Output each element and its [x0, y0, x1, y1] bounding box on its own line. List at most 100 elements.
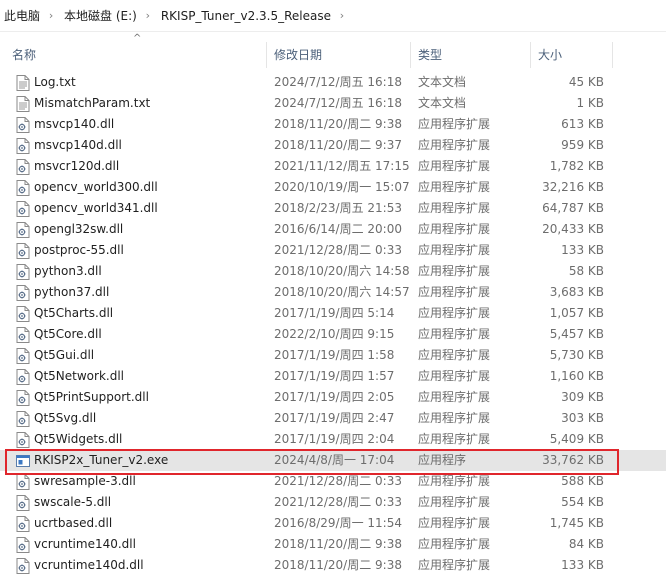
- breadcrumb: 此电脑 › 本地磁盘 (E:) › RKISP_Tuner_v2.3.5_Rel…: [0, 0, 666, 32]
- file-row[interactable]: python3.dll 2018/10/20/周六 14:58 应用程序扩展 58 K…: [0, 261, 666, 282]
- file-name: Qt5Gui.dll: [34, 348, 95, 362]
- file-date: 2018/2/23/周五 21:53: [274, 201, 402, 215]
- column-header-type[interactable]: 类型: [412, 40, 530, 70]
- file-date: 2021/12/28/周二 0:33: [274, 474, 402, 488]
- file-name: python37.dll: [34, 285, 110, 299]
- file-date: 2021/12/28/周二 0:33: [274, 495, 402, 509]
- file-type: 应用程序扩展: [418, 558, 491, 572]
- column-header-name[interactable]: 名称: [6, 40, 266, 70]
- file-date: 2018/11/20/周二 9:38: [274, 537, 402, 551]
- breadcrumb-folder[interactable]: RKISP_Tuner_v2.3.5_Release: [155, 9, 335, 23]
- column-divider[interactable]: [612, 42, 613, 68]
- breadcrumb-drive[interactable]: 本地磁盘 (E:): [58, 7, 141, 24]
- file-size: 58 KB: [568, 264, 604, 278]
- file-row[interactable]: Qt5Network.dll 2017/1/19/周四 1:57 应用程序扩展 1,1…: [0, 366, 666, 387]
- file-row[interactable]: opencv_world341.dll 2018/2/23/周五 21:53 应用程…: [0, 198, 666, 219]
- file-row[interactable]: RKISP2x_Tuner_v2.exe 2024/4/8/周一 17:04 应用程…: [0, 450, 666, 471]
- file-date: 2018/11/20/周二 9:38: [274, 117, 402, 131]
- file-row[interactable]: opengl32sw.dll 2016/6/14/周二 20:00 应用程序扩展 20…: [0, 219, 666, 240]
- file-name: msvcp140d.dll: [34, 138, 122, 152]
- text-file-icon: [16, 96, 30, 112]
- file-name: msvcp140.dll: [34, 117, 115, 131]
- file-size: 309 KB: [561, 390, 604, 404]
- chevron-right-icon[interactable]: ›: [141, 9, 155, 22]
- file-type: 应用程序扩展: [418, 180, 491, 194]
- file-row[interactable]: swresample-3.dll 2021/12/28/周二 0:33 应用程序扩展…: [0, 471, 666, 492]
- file-type: 应用程序扩展: [418, 243, 491, 257]
- chevron-right-icon[interactable]: ›: [335, 9, 349, 22]
- file-date: 2016/8/29/周一 11:54: [274, 516, 402, 530]
- breadcrumb-this-pc[interactable]: 此电脑: [0, 7, 44, 24]
- dll-file-icon: [16, 285, 30, 301]
- file-size: 5,409 KB: [549, 432, 604, 446]
- file-name: vcruntime140d.dll: [34, 558, 144, 572]
- file-row[interactable]: Qt5Widgets.dll 2017/1/19/周四 2:04 应用程序扩展 5,4…: [0, 429, 666, 450]
- file-size: 959 KB: [561, 138, 604, 152]
- file-date: 2017/1/19/周四 2:04: [274, 432, 395, 446]
- text-file-icon: [16, 75, 30, 91]
- dll-file-icon: [16, 369, 30, 385]
- file-row[interactable]: msvcp140d.dll 2018/11/20/周二 9:37 应用程序扩展 959…: [0, 135, 666, 156]
- exe-file-icon: [16, 453, 30, 469]
- file-type: 应用程序扩展: [418, 327, 491, 341]
- file-date: 2017/1/19/周四 2:47: [274, 411, 395, 425]
- file-size: 133 KB: [561, 243, 604, 257]
- file-name: postproc-55.dll: [34, 243, 124, 257]
- file-type: 应用程序扩展: [418, 495, 491, 509]
- file-type: 应用程序扩展: [418, 285, 491, 299]
- file-row[interactable]: Qt5Gui.dll 2017/1/19/周四 1:58 应用程序扩展 5,730 K…: [0, 345, 666, 366]
- file-name: swresample-3.dll: [34, 474, 136, 488]
- file-size: 5,730 KB: [549, 348, 604, 362]
- file-row[interactable]: Qt5Core.dll 2022/2/10/周四 9:15 应用程序扩展 5,457 …: [0, 324, 666, 345]
- column-divider[interactable]: [410, 42, 411, 68]
- column-header-bar: ^ 名称 修改日期 类型 大小: [0, 33, 666, 70]
- file-date: 2018/10/20/周六 14:57: [274, 285, 410, 299]
- dll-file-icon: [16, 327, 30, 343]
- file-name: Qt5Network.dll: [34, 369, 124, 383]
- column-header-date[interactable]: 修改日期: [268, 40, 410, 70]
- file-type: 应用程序扩展: [418, 474, 491, 488]
- column-header-size[interactable]: 大小: [532, 40, 612, 70]
- file-row[interactable]: opencv_world300.dll 2020/10/19/周一 15:07 应用…: [0, 177, 666, 198]
- file-row[interactable]: msvcp140.dll 2018/11/20/周二 9:38 应用程序扩展 613 …: [0, 114, 666, 135]
- file-type: 文本文档: [418, 75, 467, 89]
- file-name: swscale-5.dll: [34, 495, 112, 509]
- file-row[interactable]: msvcr120d.dll 2021/11/12/周五 17:15 应用程序扩展 1,…: [0, 156, 666, 177]
- file-type: 应用程序扩展: [418, 159, 491, 173]
- file-name: Qt5Svg.dll: [34, 411, 97, 425]
- chevron-right-icon[interactable]: ›: [44, 9, 58, 22]
- file-name: Qt5Core.dll: [34, 327, 102, 341]
- file-row[interactable]: Qt5Svg.dll 2017/1/19/周四 2:47 应用程序扩展 303 KB: [0, 408, 666, 429]
- file-type: 应用程序扩展: [418, 306, 491, 320]
- file-type: 应用程序扩展: [418, 516, 491, 530]
- file-row[interactable]: vcruntime140d.dll 2018/11/20/周二 9:38 应用程序扩…: [0, 555, 666, 576]
- dll-file-icon: [16, 348, 30, 364]
- file-row[interactable]: Qt5PrintSupport.dll 2017/1/19/周四 2:05 应用程序…: [0, 387, 666, 408]
- file-type: 应用程序扩展: [418, 411, 491, 425]
- file-row[interactable]: postproc-55.dll 2021/12/28/周二 0:33 应用程序扩展 1…: [0, 240, 666, 261]
- file-date: 2021/12/28/周二 0:33: [274, 243, 402, 257]
- file-type: 应用程序扩展: [418, 537, 491, 551]
- file-size: 1 KB: [576, 96, 604, 110]
- file-date: 2024/7/12/周五 16:18: [274, 96, 402, 110]
- column-divider[interactable]: [266, 42, 267, 68]
- file-date: 2024/4/8/周一 17:04: [274, 453, 395, 467]
- file-row[interactable]: Log.txt 2024/7/12/周五 16:18 文本文档 45 KB: [0, 72, 666, 93]
- file-row[interactable]: MismatchParam.txt 2024/7/12/周五 16:18 文本文档 1…: [0, 93, 666, 114]
- file-row[interactable]: python37.dll 2018/10/20/周六 14:57 应用程序扩展 3,6…: [0, 282, 666, 303]
- file-row[interactable]: vcruntime140.dll 2018/11/20/周二 9:38 应用程序扩展…: [0, 534, 666, 555]
- column-divider[interactable]: [530, 42, 531, 68]
- file-date: 2017/1/19/周四 1:58: [274, 348, 395, 362]
- file-row[interactable]: Qt5Charts.dll 2017/1/19/周四 5:14 应用程序扩展 1,05…: [0, 303, 666, 324]
- file-row[interactable]: swscale-5.dll 2021/12/28/周二 0:33 应用程序扩展 554…: [0, 492, 666, 513]
- file-date: 2018/11/20/周二 9:37: [274, 138, 402, 152]
- file-size: 1,782 KB: [549, 159, 604, 173]
- file-size: 84 KB: [568, 537, 604, 551]
- file-name: vcruntime140.dll: [34, 537, 136, 551]
- file-size: 33,762 KB: [542, 453, 604, 467]
- file-name: opencv_world300.dll: [34, 180, 158, 194]
- file-type: 应用程序扩展: [418, 432, 491, 446]
- file-row[interactable]: ucrtbased.dll 2016/8/29/周一 11:54 应用程序扩展 1,7…: [0, 513, 666, 534]
- file-size: 3,683 KB: [549, 285, 604, 299]
- dll-file-icon: [16, 516, 30, 532]
